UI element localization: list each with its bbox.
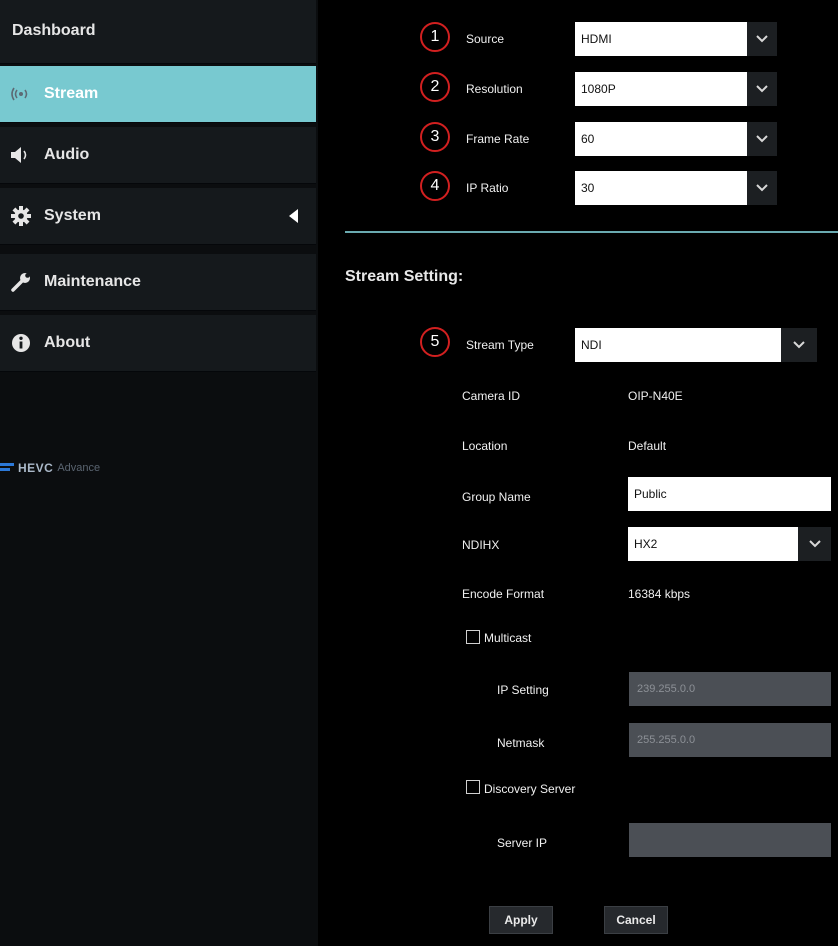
chevron-down-icon[interactable]: [747, 171, 777, 205]
group-name-input[interactable]: Public: [628, 477, 831, 511]
section-title: Stream Setting:: [345, 268, 464, 285]
ndihx-label: NDIHX: [462, 538, 500, 552]
sidebar-item-label: System: [44, 207, 101, 224]
sidebar-item-label: About: [44, 334, 91, 351]
hevc-logo: HEVC Advance: [0, 461, 100, 475]
ndihx-select[interactable]: HX2: [628, 527, 798, 561]
callout-marker: 4: [420, 171, 450, 201]
sidebar-item-about[interactable]: About: [0, 315, 316, 372]
stream-type-select[interactable]: NDI: [575, 328, 781, 362]
sidebar-item-label: Dashboard: [12, 22, 96, 39]
location-value: Default: [628, 439, 667, 453]
ip-setting-label: IP Setting: [497, 683, 549, 697]
chevron-down-icon[interactable]: [747, 122, 777, 156]
resolution-select[interactable]: 1080P: [575, 72, 747, 106]
speaker-icon: [10, 144, 32, 166]
sidebar-item-audio[interactable]: Audio: [0, 127, 316, 184]
section-divider: [345, 231, 838, 233]
chevron-down-icon[interactable]: [747, 22, 777, 56]
encode-format-value: 16384 kbps: [628, 587, 691, 601]
netmask-input[interactable]: 255.255.0.0: [629, 723, 831, 757]
ip-ratio-label: IP Ratio: [466, 181, 509, 195]
broadcast-icon: [10, 83, 32, 105]
cancel-button[interactable]: Cancel: [604, 906, 668, 934]
sidebar-item-dashboard[interactable]: Dashboard: [0, 0, 316, 64]
chevron-down-icon[interactable]: [747, 72, 777, 106]
group-name-label: Group Name: [462, 490, 531, 504]
camera-id-value: OIP-N40E: [628, 389, 683, 403]
stream-type-label: Stream Type: [466, 338, 534, 352]
app-root: Dashboard Stream Audio System Maintenanc…: [0, 0, 838, 946]
camera-id-label: Camera ID: [462, 389, 521, 403]
ip-setting-input[interactable]: 239.255.0.0: [629, 672, 831, 706]
multicast-label: Multicast: [484, 631, 532, 645]
collapse-arrow-icon[interactable]: [289, 209, 298, 223]
sidebar-item-stream[interactable]: Stream: [0, 66, 316, 123]
sidebar-item-system[interactable]: System: [0, 188, 316, 245]
sidebar-item-label: Audio: [44, 146, 90, 163]
multicast-checkbox[interactable]: [466, 630, 480, 644]
hevc-logo-tagline: Advance: [57, 462, 101, 474]
encode-format-label: Encode Format: [462, 587, 545, 601]
sidebar-item-maintenance[interactable]: Maintenance: [0, 254, 316, 311]
callout-marker: 3: [420, 122, 450, 152]
callout-marker: 1: [420, 22, 450, 52]
apply-button[interactable]: Apply: [489, 906, 553, 934]
sidebar-item-label: Stream: [44, 85, 99, 102]
sidebar: Dashboard Stream Audio System Maintenanc…: [0, 0, 318, 946]
server-ip-input[interactable]: [629, 823, 831, 857]
chevron-down-icon[interactable]: [781, 328, 817, 362]
resolution-label: Resolution: [466, 82, 523, 96]
netmask-label: Netmask: [497, 736, 545, 750]
ip-ratio-select[interactable]: 30: [575, 171, 747, 205]
source-select[interactable]: HDMI: [575, 22, 747, 56]
chevron-down-icon[interactable]: [798, 527, 831, 561]
frame-rate-label: Frame Rate: [466, 132, 530, 146]
info-icon: [10, 332, 32, 354]
sidebar-item-label: Maintenance: [44, 273, 141, 290]
gear-icon: [10, 205, 32, 227]
frame-rate-select[interactable]: 60: [575, 122, 747, 156]
source-label: Source: [466, 32, 505, 46]
hevc-logo-brand: HEVC: [18, 461, 54, 475]
callout-marker: 5: [420, 327, 450, 357]
location-label: Location: [462, 439, 508, 453]
discovery-server-checkbox[interactable]: [466, 780, 480, 794]
wrench-icon: [10, 271, 32, 293]
discovery-server-label: Discovery Server: [484, 782, 576, 796]
server-ip-label: Server IP: [497, 836, 548, 850]
callout-marker: 2: [420, 72, 450, 102]
hevc-logo-icon: [0, 463, 14, 471]
